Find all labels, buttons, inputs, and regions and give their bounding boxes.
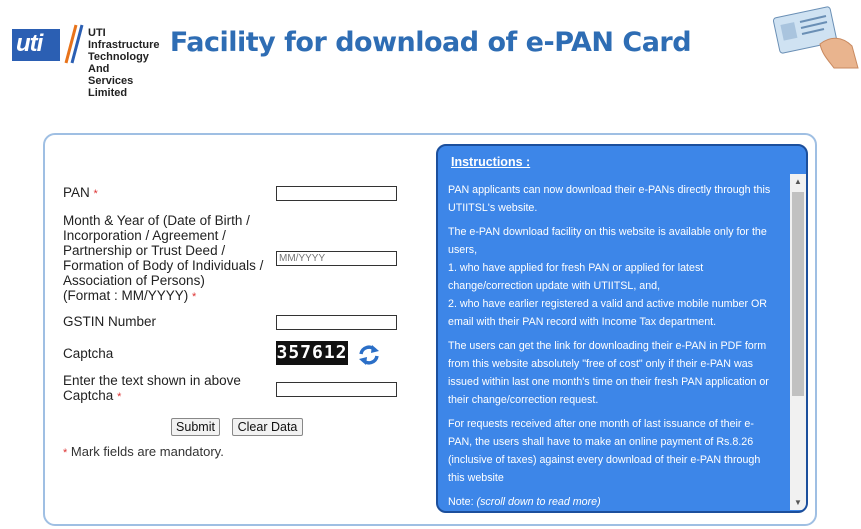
pan-label: PAN * — [63, 185, 98, 200]
instructions-heading: Instructions : — [451, 155, 531, 169]
refresh-captcha-icon[interactable] — [357, 344, 381, 366]
instructions-note: Note: (scroll down to read more) — [448, 496, 601, 508]
captcha-text-label: Enter the text shown in above Captcha * — [63, 373, 241, 403]
instructions-scrollbar[interactable]: ▲ ▼ — [790, 174, 806, 510]
submit-button[interactable]: Submit — [171, 418, 220, 436]
instructions-para-4: For requests received after one month of… — [448, 418, 761, 484]
instructions-para-1: PAN applicants can now download their e-… — [448, 184, 771, 214]
instructions-box[interactable]: Instructions : PAN applicants can now do… — [436, 144, 808, 513]
dob-input[interactable] — [276, 251, 397, 266]
pan-input[interactable] — [276, 186, 397, 201]
captcha-label: Captcha — [63, 346, 114, 361]
captcha-image: 357612 — [276, 341, 348, 365]
scrollbar-thumb[interactable] — [792, 192, 804, 396]
captcha-input[interactable] — [276, 382, 397, 397]
page-title: Facility for download of e-PAN Card — [169, 27, 692, 58]
instructions-text: PAN applicants can now download their e-… — [448, 181, 778, 511]
pan-card-hand-icon — [772, 6, 859, 69]
dob-label: Month & Year of (Date of Birth / Incorpo… — [63, 213, 264, 303]
gstin-input[interactable] — [276, 315, 397, 330]
page-header: uti UTI Infrastructure Technology And Se… — [0, 0, 861, 120]
gstin-label: GSTIN Number — [63, 314, 157, 329]
instructions-para-3: The users can get the link for downloadi… — [448, 340, 769, 406]
mandatory-note: * Mark fields are mandatory. — [63, 444, 224, 459]
clear-data-button[interactable]: Clear Data — [232, 418, 303, 436]
scroll-up-icon[interactable]: ▲ — [794, 177, 802, 186]
scroll-down-icon[interactable]: ▼ — [794, 498, 802, 507]
instructions-para-2: The e-PAN download facility on this webs… — [448, 226, 768, 328]
